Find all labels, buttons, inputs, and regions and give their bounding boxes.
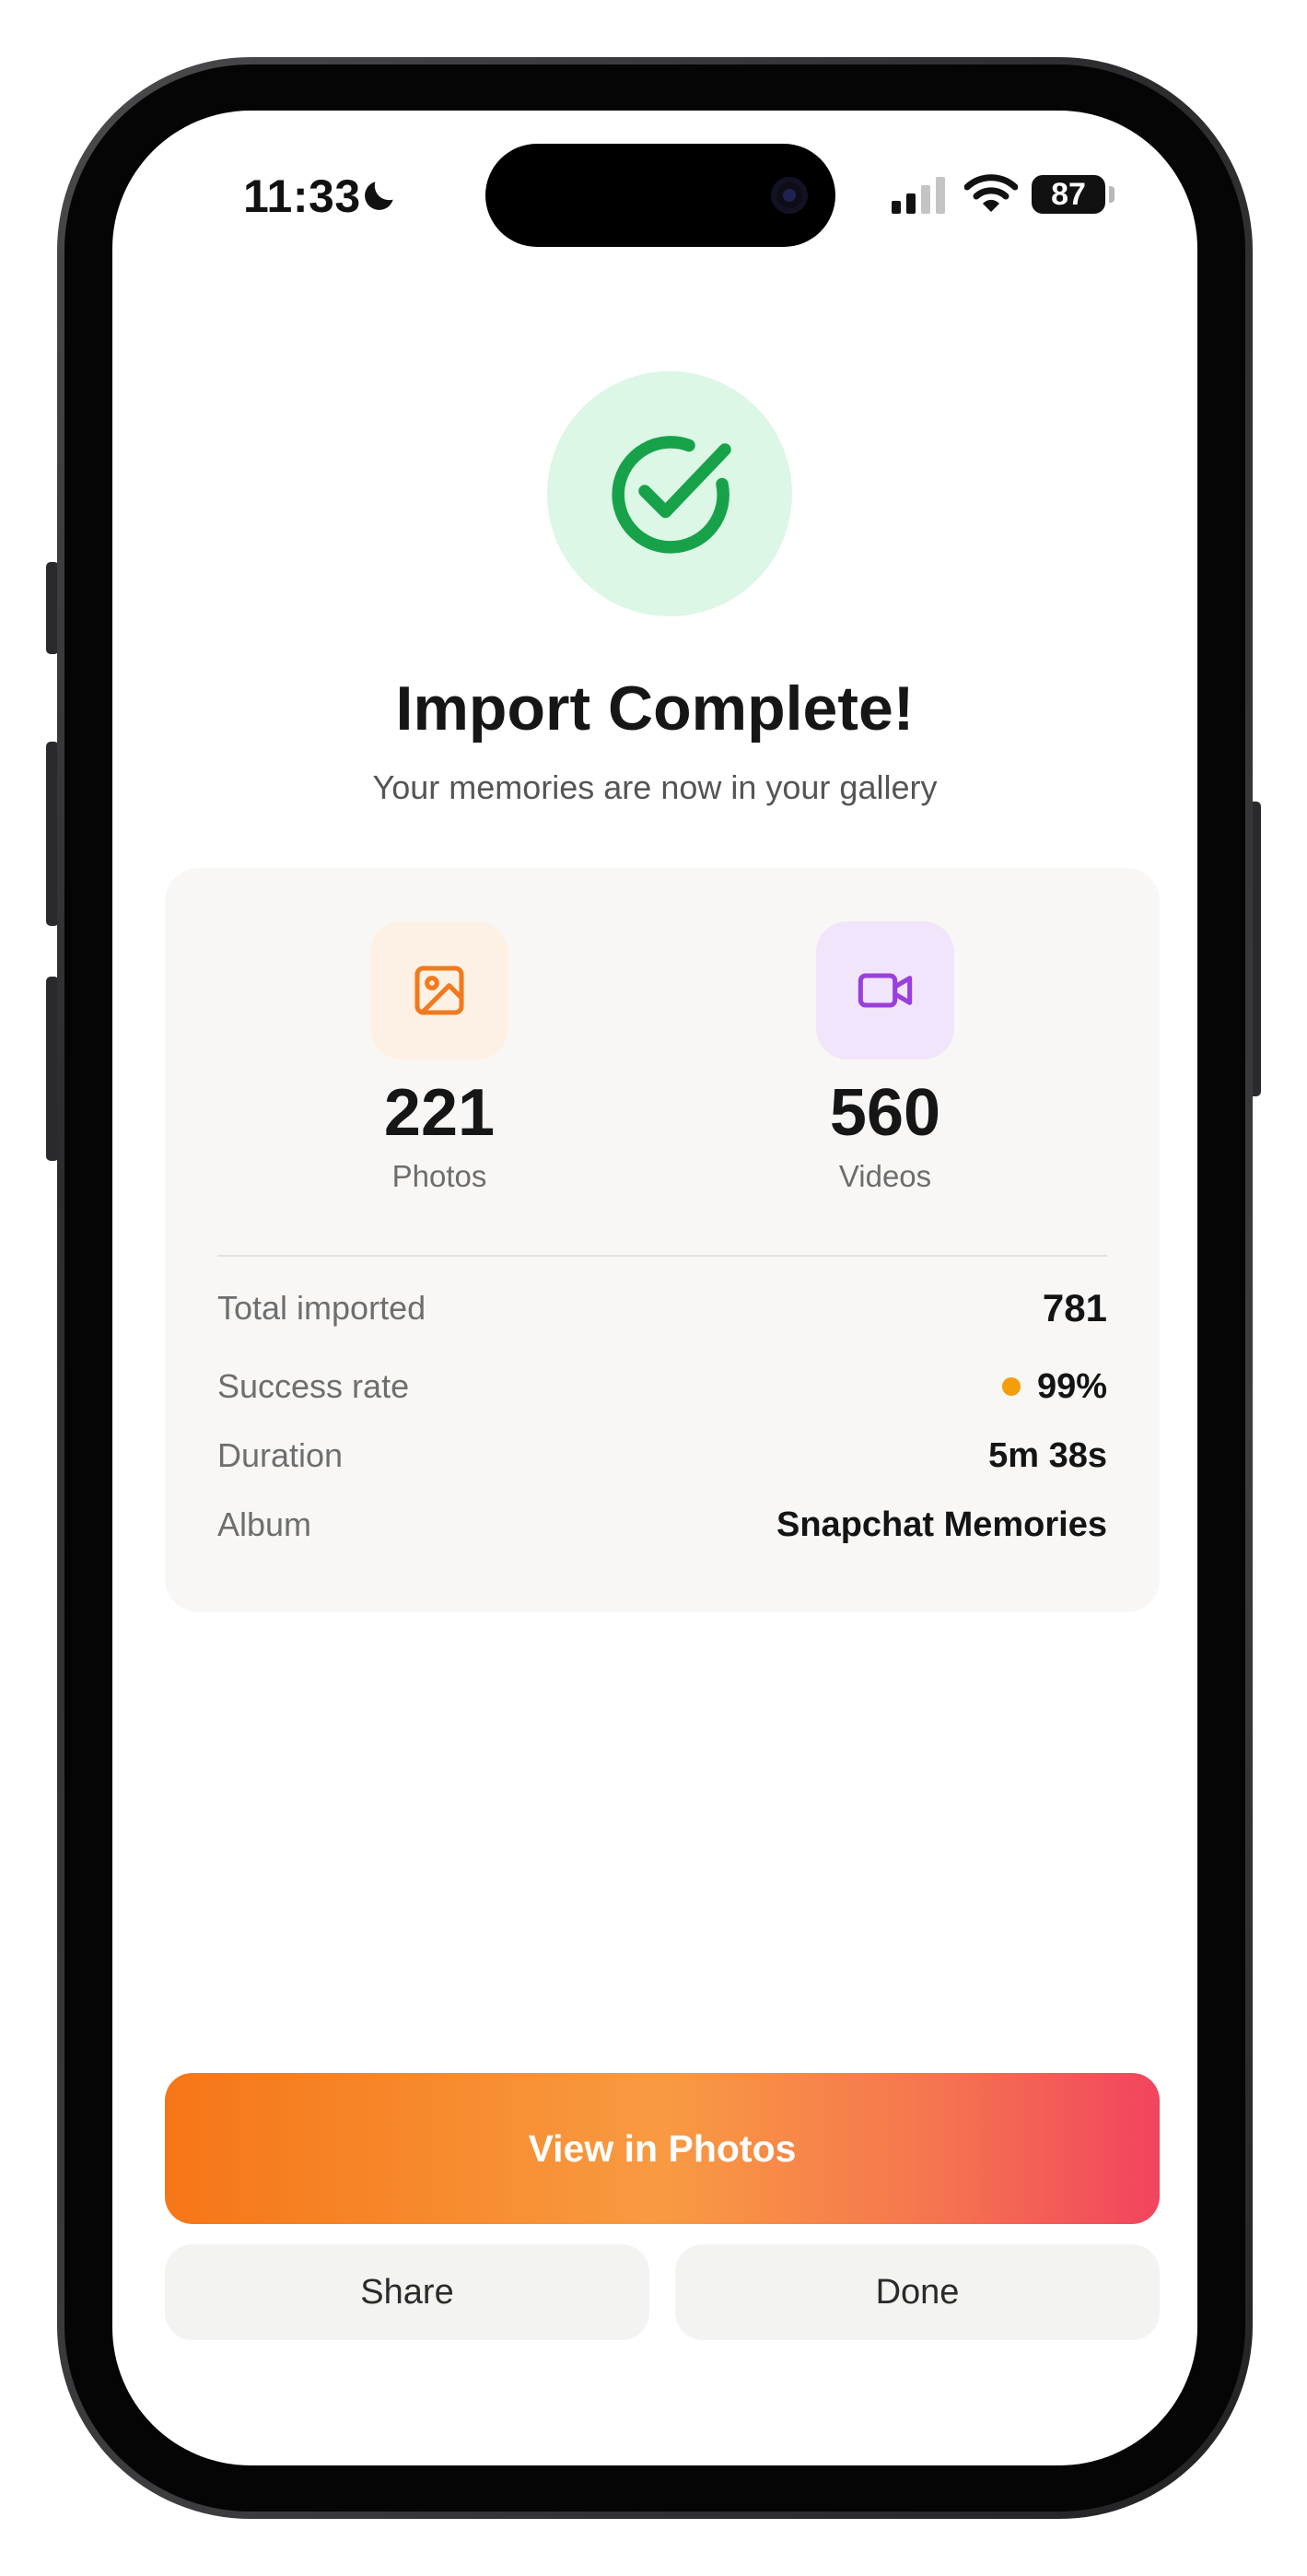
album-row: Album Snapchat Memories (217, 1499, 1107, 1551)
videos-icon-box (816, 921, 954, 1060)
success-rate-row: Success rate 99% (217, 1361, 1107, 1412)
videos-count: 560 (829, 1076, 941, 1150)
status-dot (1001, 1377, 1021, 1396)
album-value: Snapchat Memories (776, 1505, 1107, 1544)
wifi-icon (964, 174, 1018, 212)
success-badge (547, 371, 792, 616)
moon-icon (365, 181, 393, 210)
phone-bezel: 11:33 87 Import Complete! Your memories … (64, 64, 1245, 2512)
total-imported-label: Total imported (217, 1289, 426, 1327)
photos-label: Photos (391, 1159, 487, 1193)
photos-stat: 221 Photos (301, 921, 578, 1194)
success-rate-value-group: 99% (1001, 1366, 1107, 1407)
video-camera-icon (858, 973, 913, 1008)
duration-value: 5m 38s (988, 1435, 1107, 1475)
success-rate-value: 99% (1036, 1366, 1107, 1406)
status-bar: 11:33 87 (112, 111, 1197, 267)
phone-frame: 11:33 87 Import Complete! Your memories … (57, 57, 1253, 2519)
card-divider (217, 1255, 1107, 1257)
front-camera (771, 177, 808, 214)
share-button[interactable]: Share (165, 2244, 649, 2340)
battery-icon: 87 (1032, 175, 1105, 214)
checkmark-circle-icon (612, 436, 731, 554)
signal-icon (892, 177, 945, 214)
summary-card: 221 Photos 560 Videos Total imported 781… (165, 868, 1160, 1612)
duration-row: Duration 5m 38s (217, 1430, 1107, 1481)
duration-label: Duration (217, 1436, 344, 1474)
videos-stat: 560 Videos (747, 921, 1023, 1194)
total-imported-row: Total imported 781 (217, 1282, 1107, 1334)
photos-count: 221 (383, 1076, 496, 1150)
total-imported-value: 781 (1042, 1286, 1107, 1329)
success-rate-label: Success rate (217, 1367, 410, 1405)
page-title: Import Complete! (395, 673, 915, 744)
status-time: 11:33 (243, 170, 361, 222)
album-label: Album (217, 1505, 312, 1543)
stage: 11:33 87 Import Complete! Your memories … (0, 0, 1307, 2576)
page-subtitle: Your memories are now in your gallery (372, 768, 938, 806)
phone-screen: 11:33 87 Import Complete! Your memories … (112, 111, 1197, 2465)
dynamic-island (485, 144, 835, 247)
photos-icon-box (370, 921, 508, 1060)
photo-icon (414, 966, 464, 1015)
battery-cap (1109, 186, 1114, 203)
videos-label: Videos (838, 1159, 932, 1193)
view-in-photos-button[interactable]: View in Photos (165, 2073, 1160, 2224)
done-button[interactable]: Done (675, 2244, 1160, 2340)
